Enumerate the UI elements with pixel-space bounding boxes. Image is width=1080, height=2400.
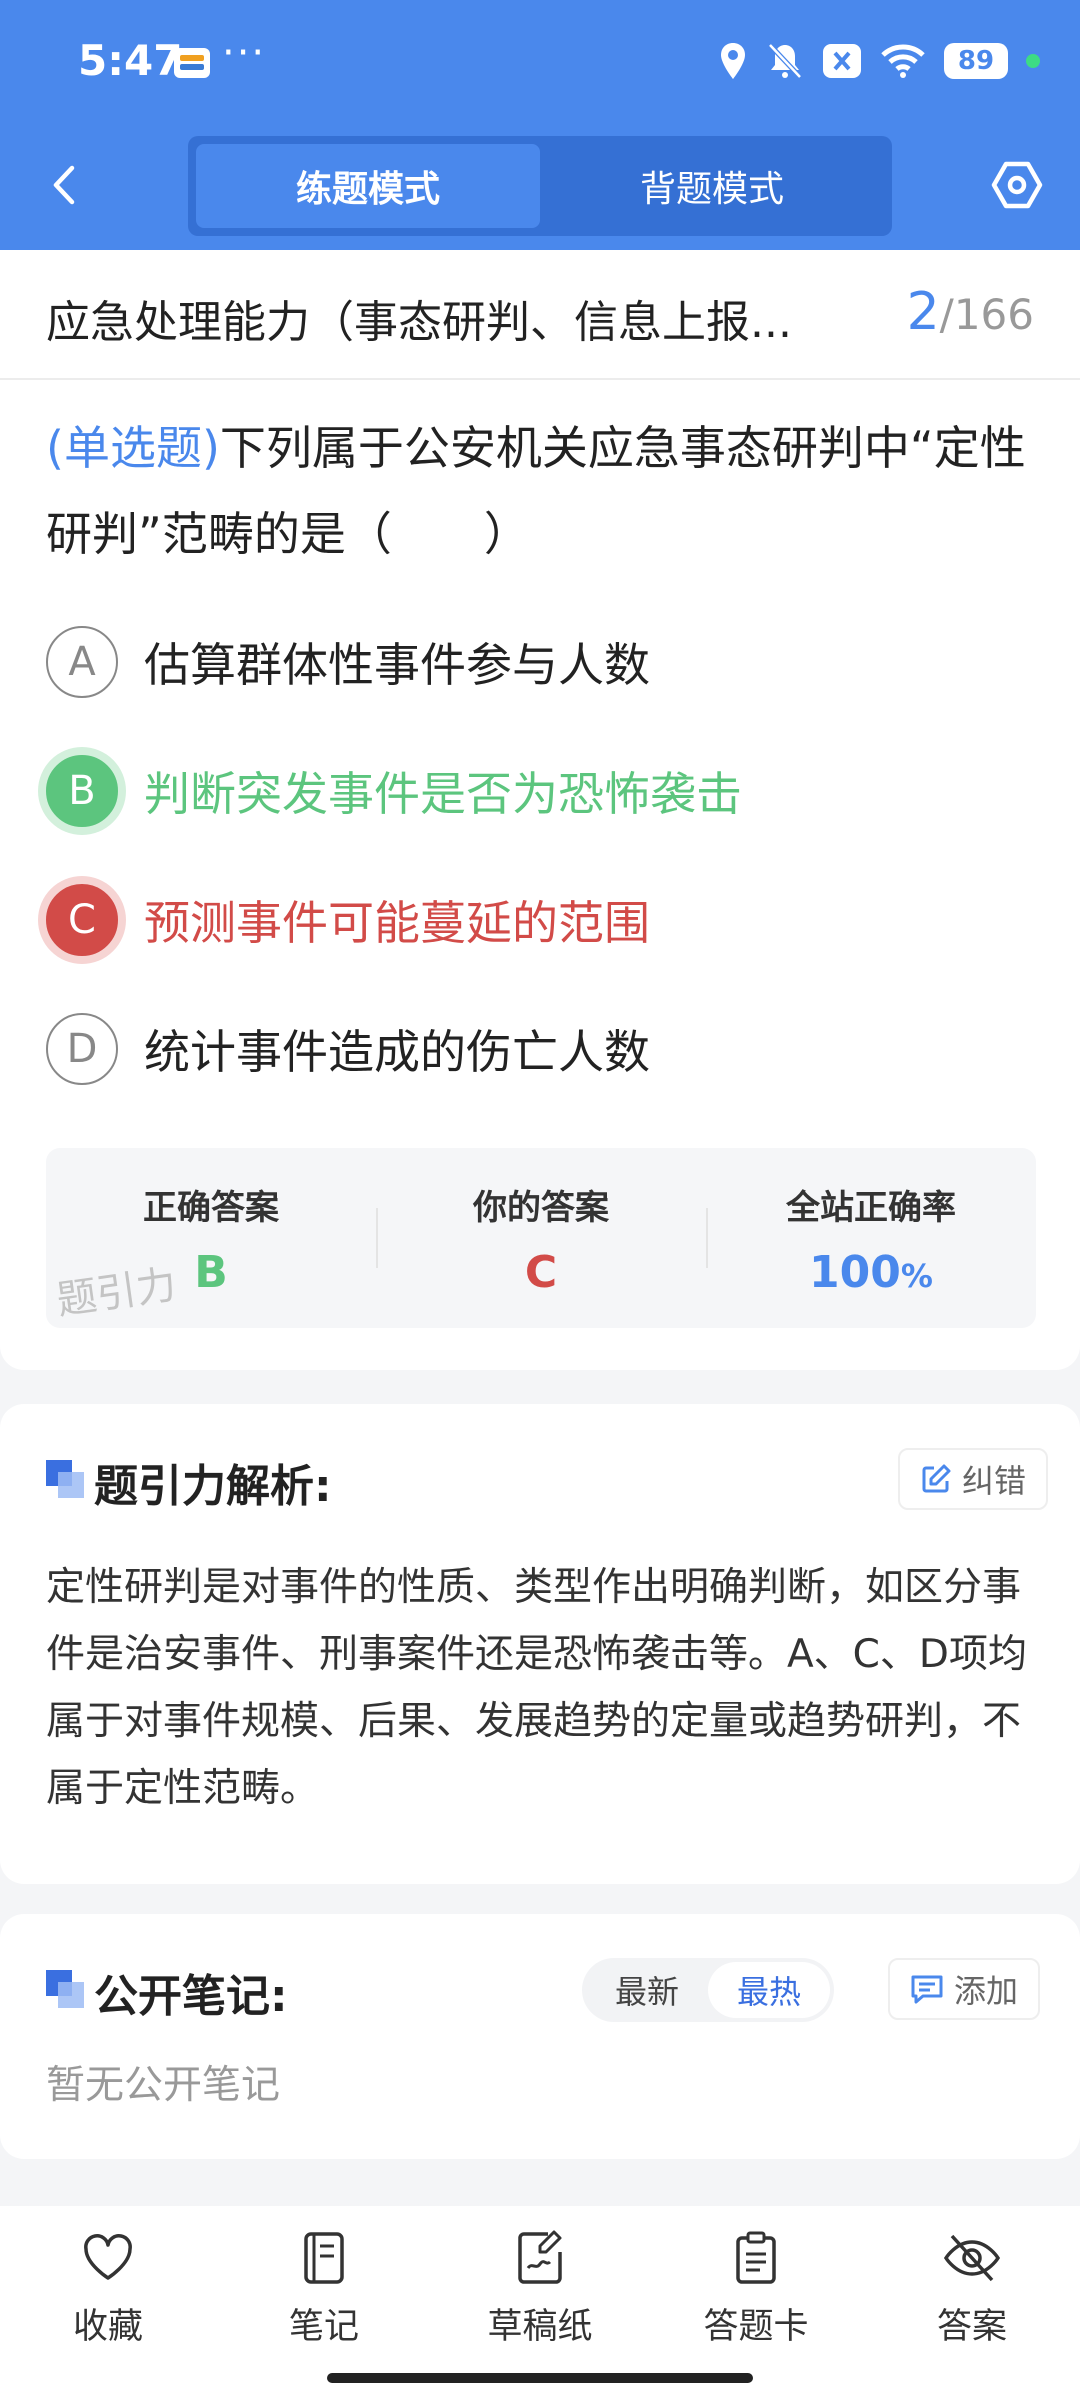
- public-notes-card: 公开笔记: 最新 最热 添加 暂无公开笔记: [0, 1914, 1080, 2159]
- option-d[interactable]: D 统计事件造成的伤亡人数: [46, 1009, 1036, 1089]
- analysis-card: 题引力解析: 纠错 定性研判是对事件的性质、类型作出明确判断，如区分事件是治安事…: [0, 1404, 1080, 1884]
- question-title-row: 应急处理能力（事态研判、信息上报... 2/166: [0, 250, 1080, 380]
- section-square-icon: [46, 1970, 84, 2008]
- option-a-letter: A: [46, 626, 118, 698]
- sort-hot-tab[interactable]: 最热: [708, 1962, 830, 2018]
- eye-off-icon: [943, 2234, 1001, 2282]
- option-b-text: 判断突发事件是否为恐怖袭击: [144, 767, 742, 821]
- notes-button[interactable]: 笔记: [216, 2206, 432, 2400]
- edit-icon: [922, 1464, 951, 1493]
- notes-sort-toggle: 最新 最热: [582, 1958, 834, 2022]
- wifi-icon: [881, 44, 925, 78]
- status-time: 5:47: [78, 36, 183, 85]
- answer-sheet-icon: [736, 2231, 776, 2284]
- bottom-toolbar: 收藏 笔记 草稿纸 答题卡 答案: [0, 2206, 1080, 2400]
- option-d-letter: D: [46, 1013, 118, 1085]
- question-type-tag: (单选题): [46, 421, 220, 475]
- mute-bell-icon: [768, 43, 802, 79]
- mode-switch: 练题模式 背题模式: [188, 136, 892, 236]
- option-b-letter: B: [46, 755, 118, 827]
- report-error-button[interactable]: 纠错: [898, 1448, 1049, 1510]
- tab-memorize-mode[interactable]: 背题模式: [540, 144, 884, 228]
- back-chevron-icon[interactable]: [40, 160, 90, 210]
- wallet-icon: [174, 48, 210, 78]
- accuracy-col: 全站正确率 100%: [706, 1148, 1036, 1328]
- privacy-indicator-dot: [1026, 54, 1040, 68]
- answer-sheet-button[interactable]: 答题卡: [648, 2206, 864, 2400]
- add-note-label: 添加: [954, 1972, 1019, 2010]
- accuracy-number: 100: [809, 1247, 901, 1298]
- close-box-icon: [823, 44, 861, 78]
- favorite-button[interactable]: 收藏: [0, 2206, 216, 2400]
- option-c-text: 预测事件可能蔓延的范围: [144, 896, 650, 950]
- current-number: 2: [906, 282, 940, 342]
- correct-answer-label: 正确答案: [143, 1188, 279, 1228]
- option-c[interactable]: C 预测事件可能蔓延的范围: [46, 880, 1036, 960]
- battery-indicator: 89: [944, 43, 1008, 79]
- notes-title: 公开笔记:: [94, 1971, 288, 2022]
- your-answer-value: C: [524, 1247, 558, 1298]
- option-a[interactable]: A 估算群体性事件参与人数: [46, 622, 1036, 702]
- draft-paper-icon: [518, 2230, 562, 2284]
- analysis-title: 题引力解析:: [94, 1461, 332, 1512]
- question-counter[interactable]: 2/166: [907, 282, 1034, 342]
- more-notifications-icon: ···: [222, 30, 267, 76]
- draft-paper-button[interactable]: 草稿纸: [432, 2206, 648, 2400]
- location-icon: [721, 43, 745, 79]
- option-d-text: 统计事件造成的伤亡人数: [144, 1025, 650, 1079]
- notebook-icon: [304, 2232, 344, 2284]
- header: 5:47 ··· 89 练题模式 背题模式: [0, 0, 1080, 250]
- tab-practice-mode[interactable]: 练题模式: [196, 144, 540, 228]
- settings-hexagon-icon[interactable]: [990, 158, 1044, 212]
- your-answer-label: 你的答案: [473, 1188, 609, 1228]
- draft-paper-label: 草稿纸: [487, 2307, 593, 2347]
- status-bar: 5:47 ··· 89: [0, 0, 1080, 125]
- section-square-icon: [46, 1460, 84, 1498]
- analysis-text: 定性研判是对事件的性质、类型作出明确判断，如区分事件是治安事件、刑事案件还是恐怖…: [46, 1565, 1027, 1811]
- answer-sheet-label: 答题卡: [703, 2307, 809, 2347]
- option-c-letter: C: [46, 884, 118, 956]
- heart-icon: [84, 2234, 132, 2280]
- notes-label: 笔记: [288, 2307, 359, 2347]
- total-number: /166: [939, 290, 1034, 339]
- show-answer-button[interactable]: 答案: [864, 2206, 1080, 2400]
- report-error-label: 纠错: [962, 1462, 1027, 1500]
- add-note-button[interactable]: 添加: [888, 1958, 1041, 2020]
- show-answer-label: 答案: [936, 2307, 1007, 2347]
- your-answer-col: 你的答案 C: [376, 1148, 706, 1328]
- accuracy-unit: %: [900, 1257, 933, 1295]
- no-notes-text: 暂无公开笔记: [46, 2063, 281, 2108]
- comment-icon: [911, 1975, 943, 2004]
- accuracy-label: 全站正确率: [786, 1188, 956, 1228]
- status-icons: 89: [718, 36, 1040, 86]
- sort-latest-tab[interactable]: 最新: [586, 1962, 708, 2018]
- favorite-label: 收藏: [72, 2307, 143, 2347]
- option-a-text: 估算群体性事件参与人数: [144, 638, 650, 692]
- question-card: 应急处理能力（事态研判、信息上报... 2/166 (单选题)下列属于公安机关应…: [0, 250, 1080, 1370]
- accuracy-value: 100%: [706, 1247, 1036, 1298]
- option-b[interactable]: B 判断突发事件是否为恐怖袭击: [46, 751, 1036, 831]
- chapter-title: 应急处理能力（事态研判、信息上报...: [46, 297, 792, 348]
- answer-result-box: 正确答案 B 你的答案 C 全站正确率 100%: [46, 1148, 1036, 1328]
- home-indicator[interactable]: [327, 2373, 753, 2383]
- question-text: (单选题)下列属于公安机关应急事态研判中“定性研判”范畴的是（ ）: [46, 405, 1036, 577]
